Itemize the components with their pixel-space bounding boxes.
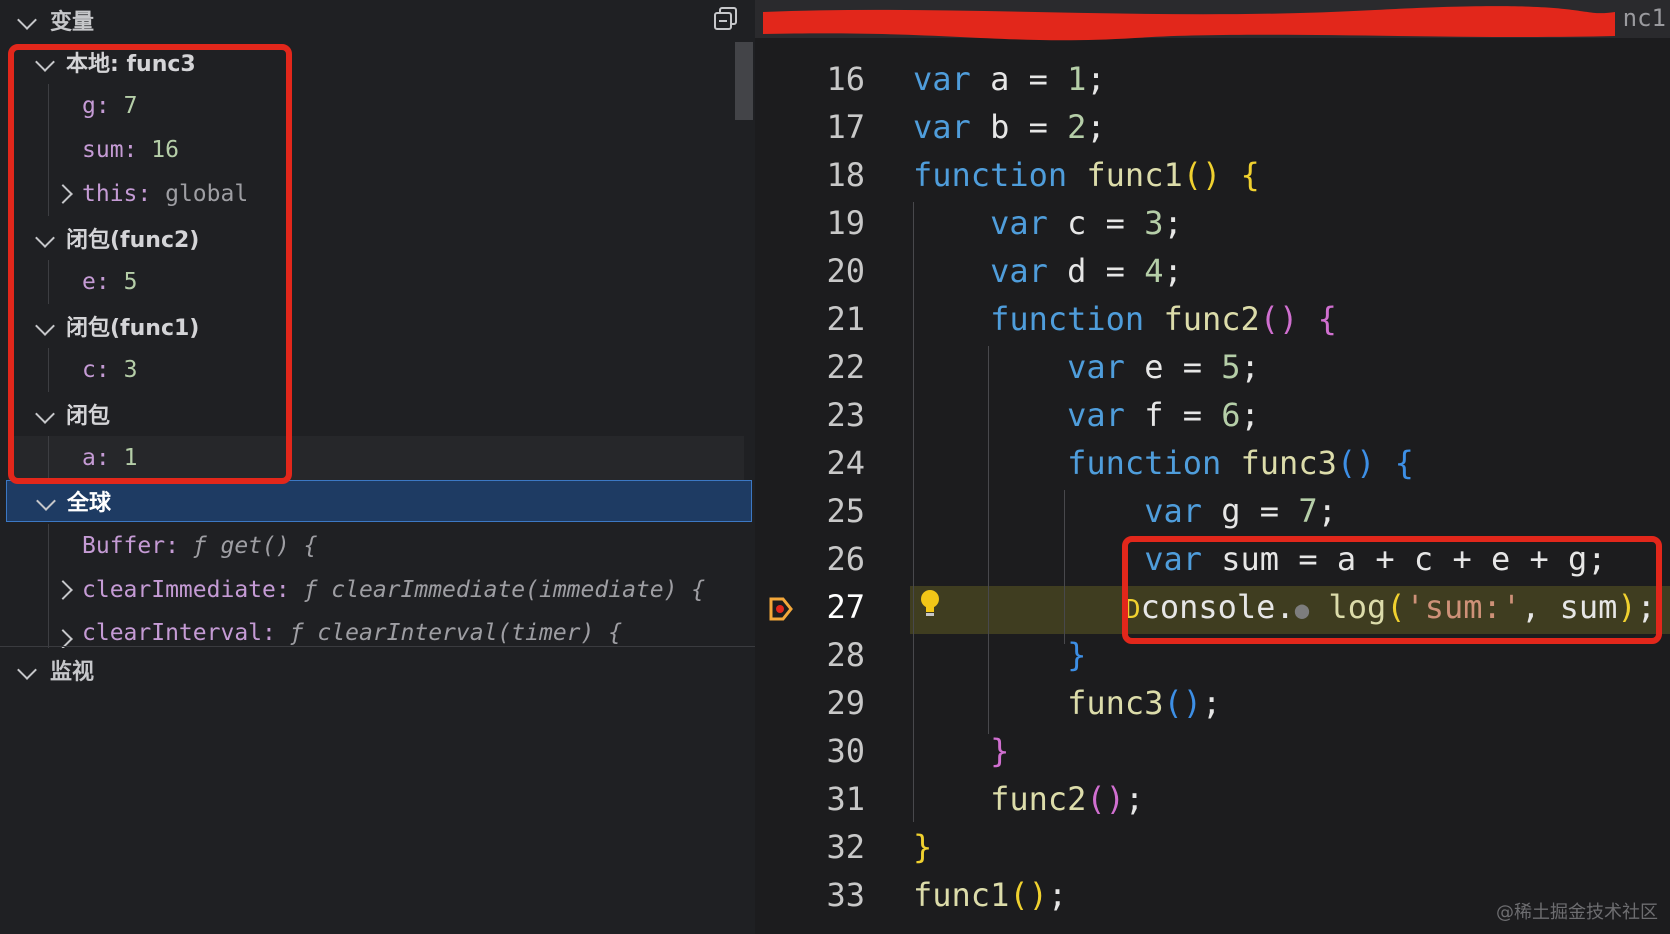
code-line-20[interactable]: var d = 4; [913,252,1183,290]
code-line-19[interactable]: var c = 3; [913,204,1183,242]
line-number: 22 [826,348,865,386]
code-line-29[interactable]: func3(); [913,684,1221,722]
editor-tab-label[interactable]: nc1 [1623,4,1666,32]
scope-label: 全球 [67,491,112,516]
chevron-down-icon [17,8,37,33]
variable-row-buffer[interactable]: Buffer: ƒ get() { [8,524,744,568]
annotation-box-scopes [8,44,292,484]
variable-value: ƒ get() { [192,533,318,559]
code-line-17[interactable]: var b = 2; [913,108,1106,146]
annotation-box-code [1122,536,1662,644]
line-number: 16 [826,60,865,98]
variables-title: 变量 [50,10,95,35]
line-number: 26 [826,540,865,578]
code-line-18[interactable]: function func1() { [913,156,1260,194]
variables-section-header[interactable]: 变量 [0,0,755,40]
code-line-30[interactable]: } [913,732,1009,770]
code-line-31[interactable]: func2(); [913,780,1144,818]
code-line-25[interactable]: var g = 7; [913,492,1337,530]
line-number: 29 [826,684,865,722]
line-number: 20 [826,252,865,290]
collapse-all-icon[interactable] [713,6,739,36]
watermark: @稀土掘金技术社区 [1496,902,1658,923]
editor-tab-bar: nc1 [755,0,1670,41]
line-number: 25 [826,492,865,530]
line-number: 18 [826,156,865,194]
variable-value: ƒ clearInterval(timer) { [289,620,623,646]
variable-row-clearimmediate[interactable]: clearImmediate: ƒ clearImmediate(immedia… [8,568,744,612]
code-line-24[interactable]: function func3() { [913,444,1414,482]
code-line-28[interactable]: } [913,636,1086,674]
variable-name: clearInterval [82,620,263,646]
code-editor[interactable]: nc1 16 17 18 19 20 21 22 23 24 25 26 27 … [755,0,1670,934]
line-number: 28 [826,636,865,674]
line-number: 24 [826,444,865,482]
section-divider [0,646,755,647]
line-number: 17 [826,108,865,146]
chevron-right-icon[interactable] [53,626,73,648]
line-number: 33 [826,876,865,914]
variable-name: clearImmediate [82,577,276,603]
line-number-current: 27 [826,588,865,626]
line-number: 32 [826,828,865,866]
line-number: 21 [826,300,865,338]
variable-row-clearinterval[interactable]: clearInterval: ƒ clearInterval(timer) { [8,612,744,648]
debug-sidebar: 变量 本地: func3 g: 7 sum: 16 this: global 闭… [0,0,755,934]
code-line-22[interactable]: var e = 5; [913,348,1260,386]
variable-name: Buffer [82,533,166,559]
variable-value: ƒ clearImmediate(immediate) { [303,577,706,603]
watch-title: 监视 [50,660,95,685]
code-line-32[interactable]: } [913,828,932,866]
redacted-tab-scribble [763,6,1615,41]
line-number: 31 [826,780,865,818]
chevron-right-icon[interactable] [53,577,73,603]
chevron-down-icon [17,658,37,683]
code-line-33[interactable]: func1(); [913,876,1067,914]
code-line-16[interactable]: var a = 1; [913,60,1106,98]
line-number: 23 [826,396,865,434]
code-line-23[interactable]: var f = 6; [913,396,1260,434]
line-number: 19 [826,204,865,242]
scope-global[interactable]: 全球 [6,480,752,522]
watch-section-header[interactable]: 监视 [0,650,755,690]
chevron-down-icon [36,488,56,514]
line-number: 30 [826,732,865,770]
code-line-21[interactable]: function func2() { [913,300,1337,338]
